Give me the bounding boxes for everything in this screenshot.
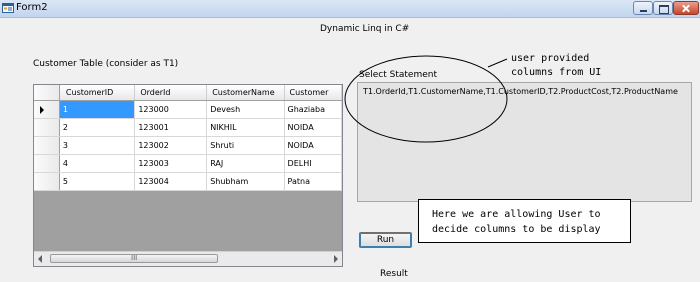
- app-icon: [2, 3, 14, 13]
- note-text-line-2: decide columns to be display: [432, 224, 601, 235]
- table-cell[interactable]: NOIDA: [284, 136, 342, 155]
- table-header-row: CustomerID OrderId CustomerName Customer: [34, 85, 342, 101]
- horizontal-scrollbar[interactable]: III: [34, 251, 342, 266]
- table-cell[interactable]: Shubham: [206, 172, 285, 191]
- title-bar[interactable]: Form2: [0, 0, 700, 18]
- scroll-left-arrow-icon[interactable]: [38, 255, 42, 263]
- table-cell[interactable]: NOIDA: [284, 118, 342, 137]
- column-header-customerid[interactable]: CustomerID: [59, 85, 136, 101]
- table-cell[interactable]: 123004: [134, 172, 208, 191]
- customer-grid[interactable]: CustomerID OrderId CustomerName Customer…: [33, 84, 343, 267]
- select-statement-value: T1.OrderId,T1.CustomerName,T1.CustomerID…: [363, 87, 678, 96]
- table-row[interactable]: 1 123000 Devesh Ghaziaba: [34, 100, 342, 119]
- select-statement-textbox[interactable]: T1.OrderId,T1.CustomerName,T1.CustomerID…: [357, 82, 692, 202]
- table-cell[interactable]: NIKHIL: [206, 118, 285, 137]
- callout-text-line-2: columns from UI: [511, 67, 602, 78]
- table-cell[interactable]: RAJ: [206, 154, 285, 173]
- form-window: Form2 Dynamic Linq in C# Customer Table …: [0, 0, 700, 282]
- table-cell[interactable]: DELHI: [284, 154, 342, 173]
- table-row[interactable]: 2 123001 NIKHIL NOIDA: [34, 118, 342, 137]
- scrollbar-thumb[interactable]: III: [50, 254, 218, 263]
- row-header-corner: [34, 85, 60, 101]
- window-title: Form2: [16, 2, 48, 13]
- row-header[interactable]: [34, 154, 60, 173]
- customer-table-label: Customer Table (consider as T1): [33, 59, 179, 69]
- page-heading: Dynamic Linq in C#: [320, 24, 410, 34]
- callout-text-line-1: user provided: [511, 53, 590, 64]
- row-header[interactable]: [34, 118, 60, 137]
- table-cell[interactable]: 5: [59, 172, 136, 191]
- scroll-right-arrow-icon[interactable]: [334, 255, 338, 263]
- annotation-note-box: Here we are allowing User to decide colu…: [418, 199, 631, 243]
- table-cell[interactable]: 123003: [134, 154, 208, 173]
- result-label: Result: [380, 269, 408, 279]
- row-header[interactable]: [34, 136, 60, 155]
- scrollbar-grip: III: [131, 254, 138, 262]
- table-row[interactable]: 3 123002 Shruti NOIDA: [34, 136, 342, 155]
- customer-table: CustomerID OrderId CustomerName Customer…: [34, 85, 342, 191]
- table-row[interactable]: 4 123003 RAJ DELHI: [34, 154, 342, 173]
- table-cell[interactable]: 2: [59, 118, 136, 137]
- minimize-button[interactable]: [633, 1, 653, 15]
- row-header[interactable]: [34, 172, 60, 191]
- column-header-orderid[interactable]: OrderId: [134, 85, 208, 101]
- current-row-arrow-icon: [40, 105, 44, 114]
- run-button[interactable]: Run: [359, 232, 412, 248]
- table-cell[interactable]: 3: [59, 136, 136, 155]
- table-cell[interactable]: 123000: [134, 100, 208, 119]
- note-text-line-1: Here we are allowing User to: [432, 209, 601, 220]
- table-cell[interactable]: Shruti: [206, 136, 285, 155]
- table-cell[interactable]: Ghaziaba: [284, 100, 342, 119]
- table-cell[interactable]: Devesh: [206, 100, 285, 119]
- select-statement-label: Select Statement: [359, 70, 437, 80]
- close-button[interactable]: [673, 1, 699, 15]
- column-header-customer[interactable]: Customer: [284, 85, 342, 101]
- table-cell[interactable]: 123002: [134, 136, 208, 155]
- table-cell[interactable]: 1: [59, 100, 136, 119]
- table-row[interactable]: 5 123004 Shubham Patna: [34, 172, 342, 191]
- annotation-callout-line: [487, 58, 508, 68]
- table-cell[interactable]: 123001: [134, 118, 208, 137]
- column-header-customername[interactable]: CustomerName: [206, 85, 285, 101]
- row-header-current[interactable]: [34, 100, 60, 119]
- table-cell[interactable]: Patna: [284, 172, 342, 191]
- maximize-button[interactable]: [653, 1, 673, 15]
- table-cell[interactable]: 4: [59, 154, 136, 173]
